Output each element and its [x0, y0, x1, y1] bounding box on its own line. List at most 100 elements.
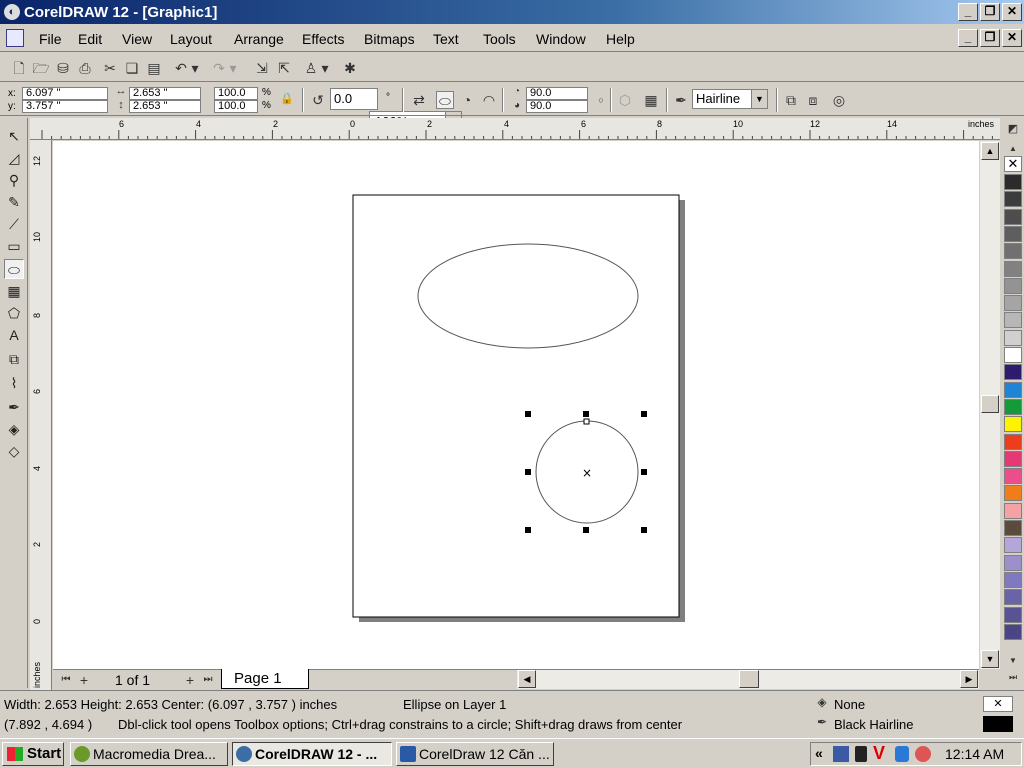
color-swatch[interactable]	[1004, 433, 1022, 450]
color-swatch[interactable]	[1004, 225, 1022, 242]
scroll-up-icon[interactable]: ▲	[981, 142, 999, 160]
color-swatch[interactable]	[1004, 502, 1022, 519]
document-icon[interactable]	[6, 29, 24, 47]
scale-y-field[interactable]: 100.0	[214, 100, 258, 113]
copy-icon[interactable]: ❏	[123, 59, 141, 77]
scroll-right-icon[interactable]: ▶	[960, 670, 978, 688]
node-handle[interactable]	[583, 418, 590, 425]
menu-effects[interactable]: Effects	[302, 31, 345, 47]
paste-icon[interactable]: ▤	[145, 59, 163, 77]
color-swatch[interactable]	[1004, 208, 1022, 225]
fill-tool-icon[interactable]: ◈	[4, 419, 24, 439]
undo-icon[interactable]: ↶	[172, 59, 190, 77]
vertical-scrollbar[interactable]: ▲ ▼	[980, 141, 1000, 669]
color-swatch[interactable]	[1004, 398, 1022, 415]
scale-x-field[interactable]: 100.0	[214, 87, 258, 100]
no-fill-indicator-icon[interactable]: ✕	[983, 696, 1013, 712]
color-swatch[interactable]	[1004, 520, 1022, 536]
height-field[interactable]: 2.653 "	[129, 100, 201, 113]
launcher-dropdown-icon[interactable]: ▾	[320, 59, 330, 77]
color-swatch[interactable]	[1004, 554, 1022, 571]
to-back-icon[interactable]: ⧈	[804, 91, 822, 109]
palette-options-icon[interactable]: ◩	[1004, 120, 1022, 138]
color-swatch[interactable]	[1004, 364, 1022, 381]
menu-bitmaps[interactable]: Bitmaps	[364, 31, 415, 47]
scroll-left-icon[interactable]: ◀	[518, 670, 536, 688]
shape-tool-icon[interactable]: ◿	[4, 148, 24, 168]
color-swatch[interactable]	[1004, 468, 1022, 485]
undo-dropdown-icon[interactable]: ▾	[190, 59, 200, 77]
menu-text[interactable]: Text	[433, 31, 459, 47]
game-icon[interactable]	[915, 746, 931, 762]
cut-icon[interactable]: ✂	[101, 59, 119, 77]
task-browser[interactable]: CorelDraw 12 Căn ...	[396, 742, 554, 766]
basic-shapes-tool-icon[interactable]: ⬠	[4, 303, 24, 323]
vertical-ruler[interactable]: 12 10 8 6 4 2 0 inches	[30, 140, 52, 690]
close-button[interactable]: ✕	[1002, 3, 1022, 21]
color-swatch[interactable]	[1004, 191, 1022, 208]
outline-color-swatch[interactable]	[983, 716, 1013, 732]
lock-ratio-icon[interactable]: 🔒	[278, 90, 296, 108]
last-page-icon[interactable]: ⏭	[199, 671, 217, 689]
text-tool-icon[interactable]: A	[4, 325, 24, 345]
first-page-icon[interactable]: ⏮	[57, 671, 75, 689]
doc-restore-button[interactable]: ❐	[980, 29, 1000, 47]
outline-width-select[interactable]: Hairline ▼	[692, 89, 768, 109]
pie-mode-icon[interactable]: ◔	[458, 91, 476, 109]
start-button[interactable]: Start	[2, 742, 64, 766]
page-tab[interactable]: Page 1	[221, 669, 309, 689]
save-icon[interactable]: ⛁	[54, 59, 72, 77]
color-swatch[interactable]	[1004, 243, 1022, 260]
zoom-tool-icon[interactable]: ⚲	[4, 170, 24, 190]
color-swatch[interactable]	[1004, 606, 1022, 623]
horizontal-scrollbar[interactable]: ◀ ▶	[517, 670, 979, 689]
eyedropper-tool-icon[interactable]: ⌇	[4, 373, 24, 393]
corel-online-icon[interactable]: ✱	[341, 59, 359, 77]
palette-scroll-down-icon[interactable]: ▼	[1004, 652, 1022, 666]
wrap-paragraph-icon[interactable]: ▦	[642, 91, 660, 109]
horizontal-ruler[interactable]: 6 4 2 0 2 4 6 8 10 12 14 inches	[30, 118, 1000, 140]
doc-close-button[interactable]: ✕	[1002, 29, 1022, 47]
menu-tools[interactable]: Tools	[483, 31, 516, 47]
mirror-icon[interactable]: ⇄	[410, 91, 428, 109]
menu-arrange[interactable]: Arrange	[234, 31, 284, 47]
color-swatch[interactable]	[1004, 381, 1022, 398]
menu-layout[interactable]: Layout	[170, 31, 212, 47]
x-position-field[interactable]: 6.097 "	[22, 87, 108, 100]
color-swatch[interactable]	[1004, 571, 1022, 588]
palette-expand-icon[interactable]: ⏭	[1004, 668, 1022, 684]
color-swatch[interactable]	[1004, 589, 1022, 606]
antivirus-icon[interactable]: V	[873, 743, 885, 764]
drawing-canvas[interactable]: ×	[53, 141, 979, 669]
menu-help[interactable]: Help	[606, 31, 635, 47]
palette-scroll-up-icon[interactable]: ▲	[1004, 140, 1022, 154]
color-swatch[interactable]	[1004, 329, 1022, 346]
scroll-down-icon[interactable]: ▼	[981, 650, 999, 668]
convert-to-curves-icon[interactable]: ◎	[830, 91, 848, 109]
smart-fill-tool-icon[interactable]: ⟋	[4, 214, 24, 234]
redo-dropdown-icon[interactable]: ▾	[228, 59, 238, 77]
color-swatch[interactable]	[1004, 416, 1022, 433]
ellipse-mode-icon[interactable]: ⬭	[436, 91, 454, 109]
add-page-before-icon[interactable]: +	[75, 671, 93, 689]
application-launcher-icon[interactable]: ♙	[302, 59, 320, 77]
task-coreldraw[interactable]: CorelDRAW 12 - ...	[232, 742, 392, 766]
task-dreamweaver[interactable]: Macromedia Drea...	[70, 742, 228, 766]
open-icon[interactable]: 🗁	[32, 59, 50, 77]
menu-view[interactable]: View	[122, 31, 152, 47]
ellipse-tool-icon[interactable]: ⬭	[4, 259, 24, 279]
interactive-fill-tool-icon[interactable]: ◇	[4, 441, 24, 461]
end-angle-field[interactable]: 90.0	[526, 100, 588, 113]
width-field[interactable]: 2.653 "	[129, 87, 201, 100]
start-angle-field[interactable]: 90.0	[526, 87, 588, 100]
minimize-button[interactable]: _	[958, 3, 978, 21]
color-swatch[interactable]	[1004, 623, 1022, 640]
outline-dropdown-icon[interactable]: ▼	[751, 90, 767, 108]
redo-icon[interactable]: ↷	[210, 59, 228, 77]
outline-tool-icon[interactable]: ✒	[4, 397, 24, 417]
menu-edit[interactable]: Edit	[78, 31, 102, 47]
color-swatch[interactable]	[1004, 295, 1022, 312]
y-position-field[interactable]: 3.757 "	[22, 100, 108, 113]
no-fill-swatch[interactable]: ✕	[1004, 156, 1022, 172]
add-page-after-icon[interactable]: +	[181, 671, 199, 689]
